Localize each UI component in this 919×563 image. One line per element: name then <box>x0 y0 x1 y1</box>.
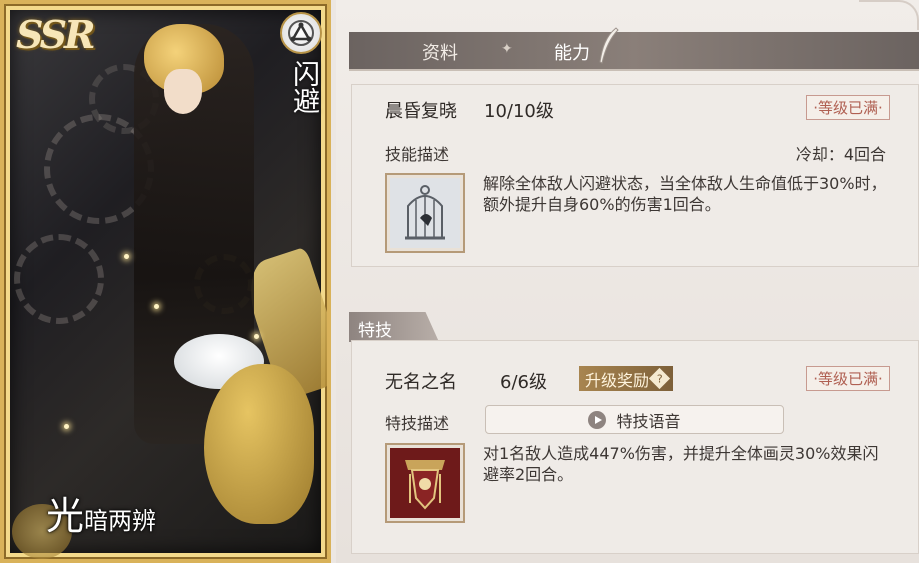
name-first-char: 光 <box>46 494 85 538</box>
gear-decoration <box>14 234 104 324</box>
character-name: 光暗两辨 <box>46 485 156 540</box>
skill-cooldown: 冷却：4回合 <box>795 145 886 164</box>
frame-decoration <box>859 0 919 30</box>
technique-level: 6/6级 <box>500 372 547 393</box>
tab-ability[interactable]: 能力 <box>554 39 590 65</box>
skill-desc-label: 技能描述 <box>385 145 450 164</box>
character-face <box>164 69 202 114</box>
star-divider-icon: ✦ <box>501 41 513 57</box>
sparkle <box>64 424 69 429</box>
skill-description: 解除全体敌人闪避状态，当全体敌人生命值低于30%时，额外提升自身60%的伤害1回… <box>483 174 887 214</box>
crest-banner-icon <box>390 448 460 518</box>
technique-tab: 特技 <box>349 312 439 342</box>
technique-icon-frame[interactable] <box>385 443 465 523</box>
technique-desc-label: 特技描述 <box>385 414 450 433</box>
skill-section: 晨昏复晓 10/10级 ·等级已满· 技能描述 冷却：4回合 解除全体敌人闪避状… <box>351 84 919 267</box>
class-name: 闪避 <box>288 60 319 114</box>
sparkle <box>154 304 159 309</box>
upgrade-reward-button[interactable]: 升级奖励 ? <box>579 366 674 391</box>
quill-icon <box>599 27 619 64</box>
name-rest: 暗两辨 <box>84 507 157 535</box>
technique-description: 对1名敌人造成447%伤害，并提升全体画灵30%效果闪避率2回合。 <box>483 444 879 484</box>
skill-maxed-badge: ·等级已满· <box>806 95 890 120</box>
technique-section: 无名之名 6/6级 升级奖励 ? ·等级已满· 特技描述 特技语音 对1名敌人造… <box>351 340 919 554</box>
skill-icon-frame[interactable] <box>385 173 465 253</box>
technique-name: 无名之名 <box>385 372 457 393</box>
rarity-label: SSR <box>16 12 96 57</box>
class-icon <box>280 12 322 54</box>
technique-maxed-badge: ·等级已满· <box>806 366 890 391</box>
tab-bar: 资料 ✦ 能力 <box>349 27 919 71</box>
triangle-emblem-icon <box>288 20 314 46</box>
play-icon <box>588 410 607 429</box>
character-card: SSR 闪避 光暗两辨 <box>0 0 331 563</box>
question-icon: ? <box>648 367 671 390</box>
skill-name: 晨昏复晓 <box>385 101 457 122</box>
birdcage-icon <box>390 178 460 248</box>
technique-voice-label: 特技语音 <box>616 411 681 431</box>
sparkle <box>254 334 259 339</box>
tab-info[interactable]: 资料 <box>422 39 458 65</box>
golden-bird <box>204 364 314 524</box>
skill-level: 10/10级 <box>484 101 554 122</box>
technique-voice-button[interactable]: 特技语音 <box>485 405 784 434</box>
sparkle <box>124 254 129 259</box>
upgrade-reward-label: 升级奖励 <box>585 370 650 390</box>
